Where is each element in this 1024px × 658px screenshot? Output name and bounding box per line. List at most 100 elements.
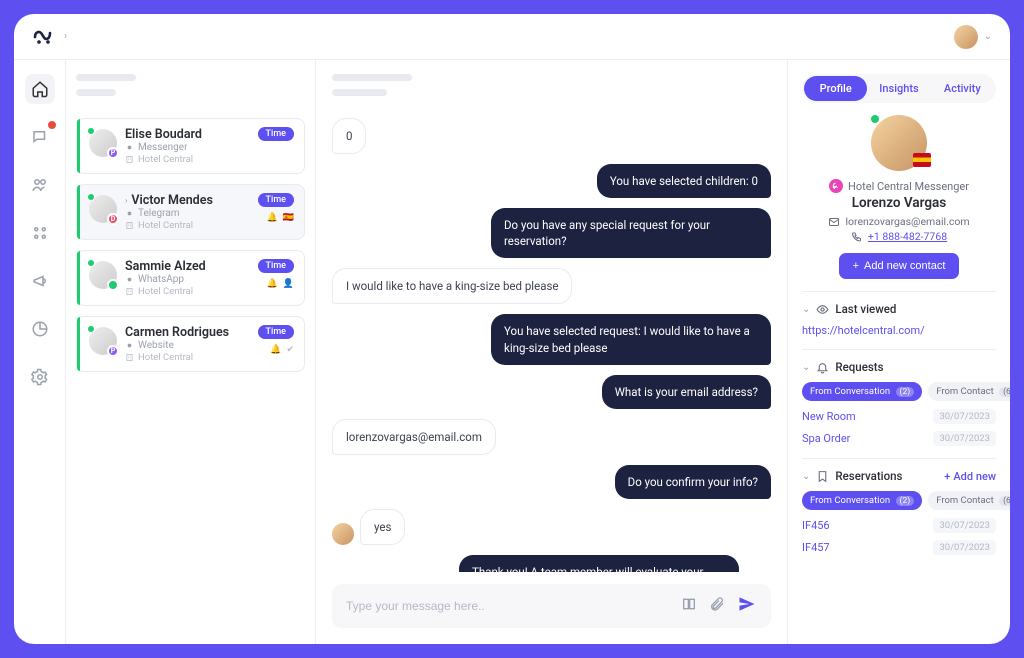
filter-tab[interactable]: From Contact (6) <box>928 491 1010 510</box>
nav-campaigns[interactable] <box>25 266 55 296</box>
hotel-label: Hotel Central <box>125 154 250 165</box>
plus-icon: + <box>944 470 950 483</box>
conversation-list: PElise BoudardMessengerHotel CentralTime… <box>66 60 316 644</box>
chat-header <box>316 60 787 118</box>
hotel-label: Hotel Central <box>125 286 250 297</box>
message-bubble: 0 <box>332 118 366 154</box>
presence-dot <box>87 325 95 333</box>
message-bubble: I would like to have a king-size bed ple… <box>332 268 572 304</box>
nav-apps[interactable] <box>25 218 55 248</box>
nav-reports[interactable] <box>25 314 55 344</box>
assigned-icon: › <box>125 196 127 205</box>
add-reservation-button[interactable]: +Add new <box>944 470 996 483</box>
chevron-right-icon: › <box>64 31 67 42</box>
conversation-item[interactable]: P Carmen RodriguesWebsiteHotel Central Tim… <box>76 316 305 372</box>
conversation-item[interactable]: PElise BoudardMessengerHotel CentralTime <box>76 118 305 174</box>
list-item[interactable]: IF45630/07/2023 <box>802 518 996 533</box>
bell-icon: 🔔 <box>270 345 281 355</box>
tab-profile[interactable]: Profile <box>804 76 867 101</box>
chat-message: You have selected children: 0 <box>332 164 771 198</box>
add-contact-button[interactable]: +Add new contact <box>839 253 960 279</box>
collapse-icon[interactable]: ⌄ <box>802 471 810 482</box>
presence-dot <box>87 259 95 267</box>
flag-icon: 🇪🇸 <box>283 213 294 223</box>
collapse-icon[interactable]: ⌄ <box>802 362 810 373</box>
profile-card: Hotel Central Messenger Lorenzo Vargas l… <box>802 115 996 279</box>
channel-label: Telegram <box>125 208 250 219</box>
presence-dot <box>87 193 95 201</box>
collapse-icon[interactable]: ⌄ <box>802 304 810 315</box>
app-window: › ⌄ PElise BoudardMessengerHotel Central… <box>14 14 1010 644</box>
chat-panel: 0 You have selected children: 0 Do you hav… <box>316 60 788 644</box>
profile-phone[interactable]: +1 888-482-7768 <box>802 230 996 243</box>
check-icon: ✔ <box>286 345 294 355</box>
bell-icon: 🔔 <box>267 213 278 223</box>
profile-avatar <box>871 115 927 171</box>
requests-section: ⌄Requests From Conversation (2)From Cont… <box>802 349 996 446</box>
chat-message: Thank you! A team member will evaluate y… <box>332 555 771 572</box>
user-menu[interactable]: ⌄ <box>954 25 992 49</box>
message-input-box[interactable] <box>332 584 771 628</box>
last-viewed-link[interactable]: https://hotelcentral.com/ <box>802 324 996 337</box>
channel-label: Messenger <box>125 142 250 153</box>
conversation-item[interactable]: D›Victor MendesTelegramHotel CentralTime… <box>76 184 305 240</box>
profile-tabs: Profile Insights Activity <box>802 74 996 103</box>
contact-avatar: P <box>89 327 117 355</box>
bell-icon: 🔔 <box>267 279 278 289</box>
sidebar-nav <box>14 60 66 644</box>
nav-home[interactable] <box>25 74 55 104</box>
mail-icon <box>828 216 840 228</box>
list-item[interactable]: IF45730/07/2023 <box>802 540 996 555</box>
plus-icon: + <box>853 260 859 272</box>
chat-message: lorenzovargas@email.com <box>332 419 771 455</box>
canned-responses-icon[interactable] <box>681 596 697 616</box>
nav-inbox[interactable] <box>25 122 55 152</box>
current-user-avatar <box>954 25 978 49</box>
message-bubble: What is your email address? <box>602 375 771 409</box>
tab-activity[interactable]: Activity <box>931 76 994 101</box>
chevron-down-icon: ⌄ <box>984 31 992 42</box>
channel-badge: P <box>107 345 119 357</box>
message-bubble: Do you confirm your info? <box>615 465 771 499</box>
bell-icon <box>816 361 829 374</box>
list-item[interactable]: New Room30/07/2023 <box>802 409 996 424</box>
hotel-label: Hotel Central <box>125 352 250 363</box>
channel-label: WhatsApp <box>125 274 250 285</box>
message-bubble: You have selected children: 0 <box>597 164 771 198</box>
contact-name: Elise Boudard <box>125 127 250 142</box>
nav-contacts[interactable] <box>25 170 55 200</box>
messenger-icon <box>829 179 843 193</box>
chat-message: You have selected request: I would like … <box>332 314 771 364</box>
details-panel: Profile Insights Activity Hotel Central … <box>788 60 1010 644</box>
topbar: › ⌄ <box>14 14 1010 60</box>
nav-settings[interactable] <box>25 362 55 392</box>
hotel-label: Hotel Central <box>125 220 250 231</box>
list-item[interactable]: Spa Order30/07/2023 <box>802 431 996 446</box>
tab-insights[interactable]: Insights <box>867 76 930 101</box>
filter-tab[interactable]: From Contact (6) <box>928 382 1010 401</box>
chat-message: I would like to have a king-size bed ple… <box>332 268 771 304</box>
time-badge: Time <box>258 325 294 339</box>
filter-tab[interactable]: From Conversation (2) <box>802 382 922 401</box>
message-bubble: yes <box>360 509 405 545</box>
conversation-item[interactable]: Sammie AlzedWhatsAppHotel CentralTime🔔👤 <box>76 250 305 306</box>
channel-badge: D <box>107 213 119 225</box>
chat-message: yes <box>332 509 771 545</box>
chat-message: What is your email address? <box>332 375 771 409</box>
attachment-icon[interactable] <box>709 596 725 616</box>
message-bubble: Do you have any special request for your… <box>491 208 771 258</box>
bookmark-icon <box>816 470 829 483</box>
contact-name: Carmen Rodrigues <box>125 325 250 340</box>
reservations-section: ⌄Reservations+Add new From Conversation … <box>802 458 996 555</box>
time-badge: Time <box>258 127 294 141</box>
filter-tab[interactable]: From Conversation (2) <box>802 491 922 510</box>
profile-email: lorenzovargas@email.com <box>802 215 996 228</box>
channel-label: Website <box>125 340 250 351</box>
last-viewed-section: ⌄Last viewed https://hotelcentral.com/ <box>802 291 996 337</box>
send-button[interactable] <box>737 594 757 618</box>
online-status-icon <box>869 113 881 125</box>
app-logo: › <box>32 27 67 47</box>
message-input[interactable] <box>346 599 671 613</box>
user-avatar <box>332 523 354 545</box>
app-body: PElise BoudardMessengerHotel CentralTime… <box>14 60 1010 644</box>
